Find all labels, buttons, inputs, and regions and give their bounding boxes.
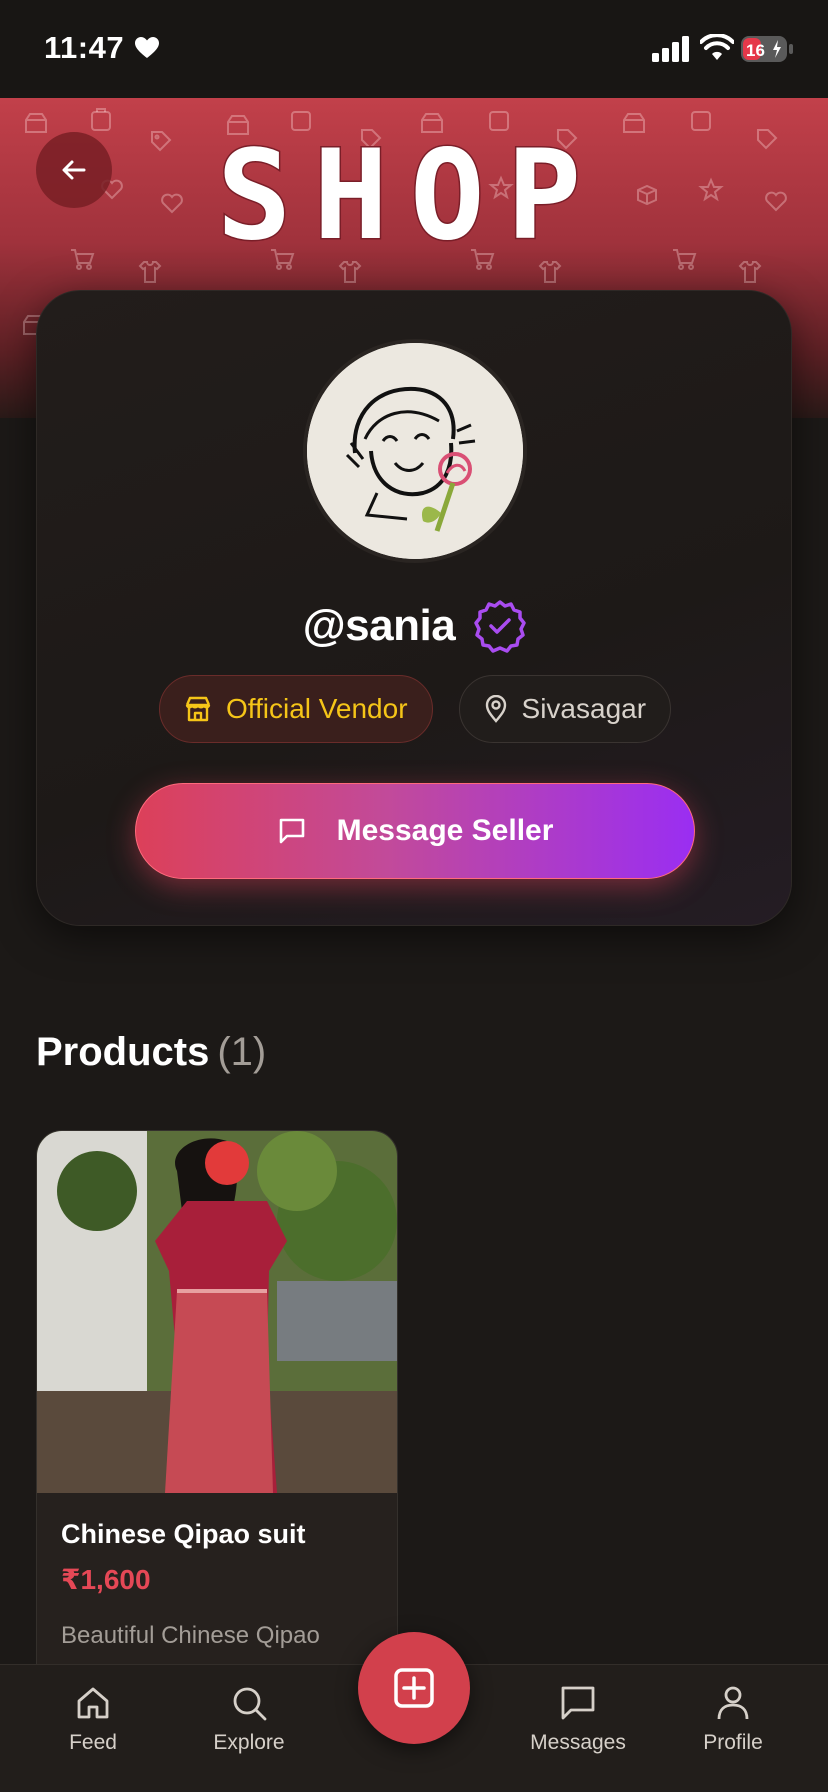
nav-profile[interactable]: Profile	[658, 1683, 808, 1755]
location-chip: Sivasagar	[458, 675, 672, 743]
nav-feed[interactable]: Feed	[18, 1683, 168, 1755]
username-row: @sania	[37, 599, 793, 653]
arrow-left-icon	[62, 160, 86, 180]
username: @sania	[302, 601, 456, 650]
location-pin-icon	[485, 695, 506, 723]
vendor-label: Official Vendor	[225, 693, 408, 724]
shop-title: SHOP	[215, 130, 604, 260]
products-count: (1)	[217, 1030, 267, 1074]
profile-chips: Official Vendor Sivasagar	[37, 675, 793, 743]
nav-explore[interactable]: Explore	[174, 1683, 324, 1755]
nav-messages[interactable]: Messages	[503, 1683, 653, 1755]
wifi-icon	[700, 34, 734, 60]
home-icon	[77, 1687, 109, 1719]
message-seller-label: Message Seller	[336, 814, 554, 847]
verified-badge-icon	[474, 600, 526, 653]
message-icon	[561, 1686, 595, 1720]
shop-page: 11:47 16 SHOP @sania Official Vendor Siv…	[0, 0, 828, 1792]
product-image	[37, 1131, 397, 1493]
location-label: Sivasagar	[521, 693, 647, 724]
user-icon	[717, 1686, 749, 1720]
product-title: Chinese Qipao suit	[61, 1519, 306, 1549]
nav-explore-label: Explore	[213, 1731, 285, 1754]
message-seller-button[interactable]: Message Seller	[135, 783, 695, 879]
store-icon	[185, 696, 211, 722]
battery-level: 16	[746, 41, 765, 60]
plus-square-icon	[394, 1668, 434, 1708]
shop-title-text: SHOP	[217, 130, 604, 260]
nav-feed-label: Feed	[69, 1731, 117, 1754]
back-button[interactable]	[36, 132, 112, 208]
battery-icon: 16	[741, 36, 793, 62]
product-description: Beautiful Chinese Qipao	[61, 1622, 320, 1649]
profile-card: @sania Official Vendor Sivasagar Message…	[36, 290, 792, 926]
avatar	[303, 339, 527, 563]
official-vendor-badge: Official Vendor	[158, 675, 433, 743]
product-price: ₹1,600	[61, 1564, 151, 1595]
status-bar: 11:47 16	[0, 0, 828, 98]
create-post-button[interactable]	[358, 1632, 470, 1744]
heart-icon	[135, 37, 159, 58]
nav-messages-label: Messages	[530, 1731, 626, 1754]
search-icon	[233, 1687, 267, 1721]
product-card[interactable]: Chinese Qipao suit ₹1,600 Beautiful Chin…	[36, 1130, 398, 1690]
products-heading: Products (1)	[36, 1030, 266, 1075]
message-icon	[279, 818, 304, 844]
products-heading-label: Products	[36, 1030, 210, 1074]
avatar-illustration	[307, 343, 523, 559]
status-time: 11:47	[44, 30, 125, 65]
nav-profile-label: Profile	[703, 1731, 763, 1754]
signal-icon	[652, 36, 689, 62]
